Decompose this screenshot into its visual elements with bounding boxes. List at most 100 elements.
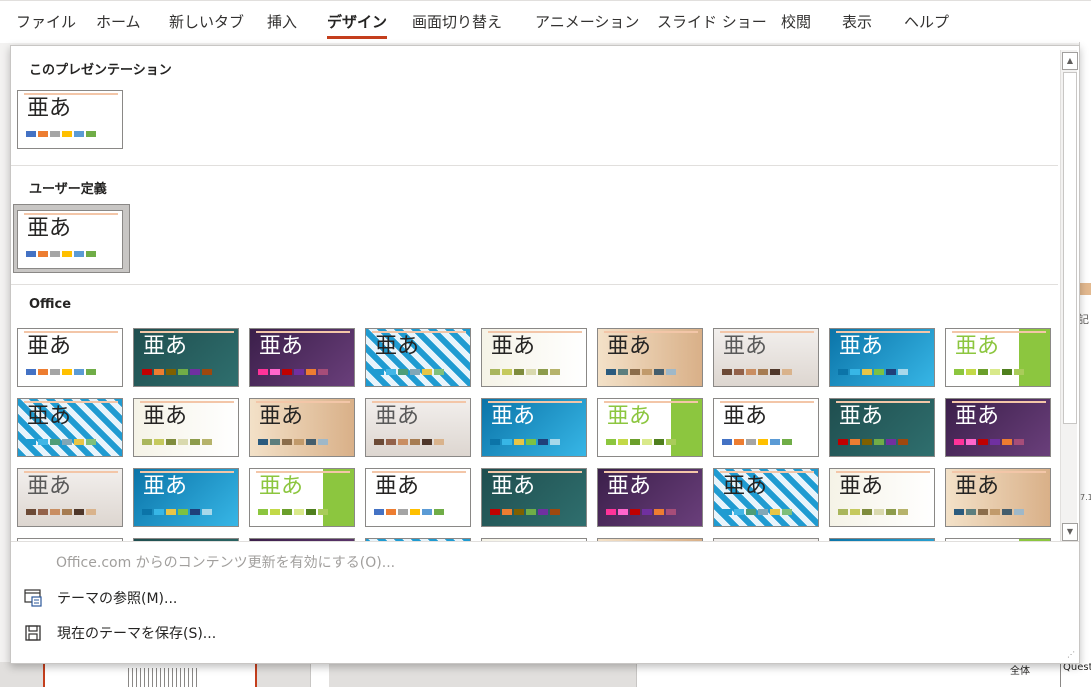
resize-grip-icon[interactable]: ⋰ — [1067, 650, 1075, 659]
color-swatch — [386, 439, 396, 445]
color-swatch — [86, 369, 96, 375]
color-swatch — [282, 369, 292, 375]
theme-thumb-office[interactable]: 亜あ — [17, 398, 123, 457]
color-swatch — [190, 439, 200, 445]
tab-animations[interactable]: アニメーション — [535, 11, 639, 32]
color-swatch — [526, 439, 536, 445]
gallery-scrollbar[interactable]: ▲ ▼ — [1060, 50, 1078, 541]
color-swatch — [26, 509, 36, 515]
theme-thumb-office[interactable]: 亜あ — [713, 398, 819, 457]
color-swatch — [74, 131, 84, 137]
tab-new[interactable]: 新しいタブ — [169, 11, 244, 32]
theme-color-swatches — [374, 509, 444, 515]
theme-thumb-user-defined[interactable]: 亜あ — [17, 210, 123, 269]
color-swatch — [258, 369, 268, 375]
theme-thumb-office[interactable]: 亜あ — [829, 328, 935, 387]
theme-thumb-office[interactable]: 亜あ — [829, 398, 935, 457]
color-swatch — [166, 439, 176, 445]
color-swatch — [654, 439, 664, 445]
color-swatch — [38, 509, 48, 515]
theme-thumb-office[interactable]: 亜あ — [133, 468, 239, 527]
theme-thumb-office[interactable]: 亜あ — [365, 468, 471, 527]
theme-preview-text: 亜あ — [839, 334, 884, 359]
theme-thumb-office[interactable]: 亜あ — [249, 328, 355, 387]
background-number: 7.1 — [1080, 493, 1091, 502]
save-icon — [23, 623, 43, 643]
color-swatch — [1014, 439, 1024, 445]
background-swatch — [1079, 283, 1091, 295]
color-swatch — [62, 369, 72, 375]
color-swatch — [746, 369, 756, 375]
theme-preview-text: 亜あ — [27, 96, 72, 121]
color-swatch — [374, 439, 384, 445]
theme-thumb-office[interactable]: 亜あ — [945, 398, 1051, 457]
theme-preview-text: 亜あ — [723, 334, 768, 359]
theme-thumb-office[interactable]: 亜あ — [365, 398, 471, 457]
color-swatch — [770, 369, 780, 375]
color-swatch — [62, 439, 72, 445]
color-swatch — [38, 369, 48, 375]
color-swatch — [966, 439, 976, 445]
theme-thumb-office[interactable]: 亜あ — [133, 328, 239, 387]
theme-thumb-office[interactable]: 亜あ — [17, 468, 123, 527]
theme-preview-text: 亜あ — [839, 474, 884, 499]
color-swatch — [166, 509, 176, 515]
theme-preview-text: 亜あ — [259, 404, 304, 429]
tab-design[interactable]: デザイン — [327, 11, 388, 39]
theme-thumb-office[interactable]: 亜あ — [597, 328, 703, 387]
theme-color-swatches — [258, 439, 328, 445]
theme-thumb-office[interactable]: 亜あ — [945, 328, 1051, 387]
theme-thumb-office[interactable]: 亜あ — [365, 328, 471, 387]
tab-help[interactable]: ヘルプ — [904, 11, 949, 32]
theme-color-swatches — [490, 509, 560, 515]
theme-color-swatches — [838, 369, 908, 375]
theme-thumb-office[interactable]: 亜あ — [249, 468, 355, 527]
tab-transitions[interactable]: 画面切り替え — [412, 11, 502, 32]
theme-thumb-office[interactable]: 亜あ — [597, 468, 703, 527]
color-swatch — [898, 439, 908, 445]
theme-thumb-office[interactable]: 亜あ — [713, 328, 819, 387]
theme-thumb-office[interactable]: 亜あ — [249, 398, 355, 457]
color-swatch — [898, 509, 908, 515]
browse-themes-menu-item[interactable]: テーマの参照(M)... — [23, 585, 177, 611]
scroll-up-button[interactable]: ▲ — [1062, 52, 1078, 70]
tab-home[interactable]: ホーム — [96, 11, 141, 32]
scroll-thumb[interactable] — [1063, 72, 1077, 424]
color-swatch — [374, 509, 384, 515]
theme-preview-text: 亜あ — [723, 474, 768, 499]
color-swatch — [770, 439, 780, 445]
tab-slideshow[interactable]: スライド ショー — [657, 11, 767, 32]
color-swatch — [86, 439, 96, 445]
color-swatch — [142, 509, 152, 515]
color-swatch — [490, 439, 500, 445]
color-swatch — [526, 369, 536, 375]
theme-thumb-office[interactable]: 亜あ — [481, 468, 587, 527]
save-theme-menu-item[interactable]: 現在のテーマを保存(S)... — [23, 620, 216, 646]
tab-view[interactable]: 表示 — [842, 11, 872, 32]
theme-thumb-office[interactable]: 亜あ — [133, 398, 239, 457]
section-separator — [11, 284, 1058, 285]
theme-color-swatches — [838, 439, 908, 445]
color-swatch — [838, 509, 848, 515]
color-swatch — [434, 509, 444, 515]
theme-thumb-office[interactable]: 亜あ — [17, 328, 123, 387]
color-swatch — [874, 439, 884, 445]
tab-insert[interactable]: 挿入 — [267, 11, 297, 32]
theme-color-swatches — [374, 369, 444, 375]
theme-thumb-office[interactable]: 亜あ — [945, 468, 1051, 527]
theme-thumb-office[interactable]: 亜あ — [481, 398, 587, 457]
theme-thumb-office[interactable]: 亜あ — [481, 328, 587, 387]
color-swatch — [270, 369, 280, 375]
color-swatch — [318, 369, 328, 375]
tab-file[interactable]: ファイル — [16, 11, 76, 32]
theme-thumb-office[interactable]: 亜あ — [597, 398, 703, 457]
color-swatch — [654, 369, 664, 375]
theme-preview-text: 亜あ — [27, 216, 72, 241]
theme-thumb-this-presentation[interactable]: 亜あ — [17, 90, 123, 149]
scroll-down-button[interactable]: ▼ — [1062, 523, 1078, 541]
tab-review[interactable]: 校閲 — [781, 11, 811, 32]
theme-color-swatches — [26, 439, 96, 445]
theme-thumb-office[interactable]: 亜あ — [713, 468, 819, 527]
color-swatch — [434, 369, 444, 375]
theme-thumb-office[interactable]: 亜あ — [829, 468, 935, 527]
